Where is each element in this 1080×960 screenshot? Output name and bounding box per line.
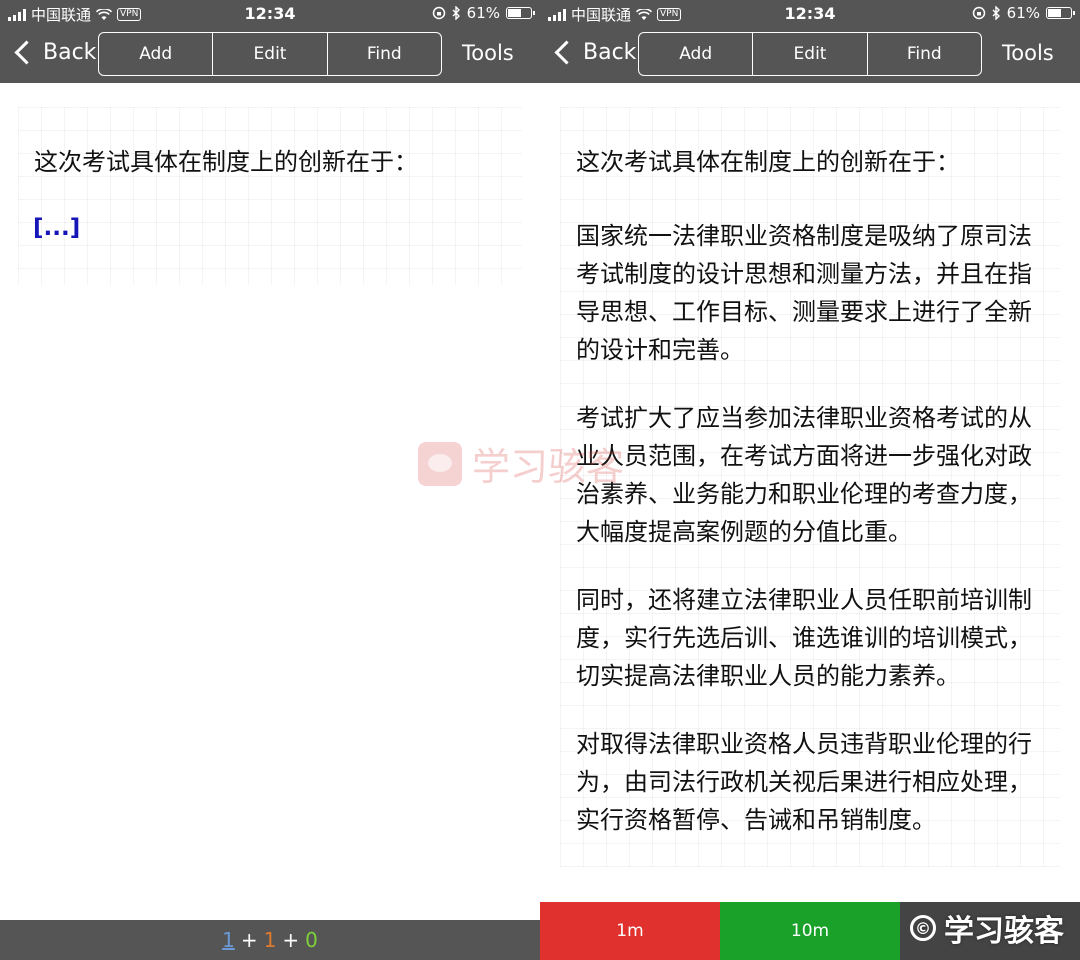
back-button[interactable]: Back <box>554 40 636 65</box>
orientation-lock-icon <box>432 6 445 20</box>
bluetooth-icon <box>452 6 460 20</box>
answer-paragraph: 考试扩大了应当参加法律职业资格考试的从业人员范围，在考试方面将进一步强化对政治素… <box>576 404 1032 546</box>
answer-paragraph: 同时，还将建立法律职业人员任职前培训制度，实行先选后训、谁选谁训的培训模式，切实… <box>576 586 1032 690</box>
bluetooth-icon <box>992 6 1000 20</box>
action-segmented-control: Add Edit Find <box>98 32 442 76</box>
add-button[interactable]: Add <box>639 33 754 75</box>
nav-bar: Back Add Edit Find Tools <box>0 28 540 83</box>
card-question: 这次考试具体在制度上的创新在于： <box>34 148 418 176</box>
due-counts-bar: 1 + 1 + 0 <box>0 920 540 960</box>
find-button[interactable]: Find <box>328 33 441 75</box>
status-bar: 中国联通 VPN 12:34 61% <box>0 0 540 28</box>
back-button[interactable]: Back <box>14 40 96 65</box>
status-bar: 中国联通 VPN 12:34 61% <box>540 0 1080 28</box>
edit-button[interactable]: Edit <box>753 33 868 75</box>
card-question: 这次考试具体在制度上的创新在于： <box>576 148 960 176</box>
action-segmented-control: Add Edit Find <box>638 32 982 76</box>
chevron-left-icon <box>554 40 579 65</box>
find-button[interactable]: Find <box>868 33 981 75</box>
add-button[interactable]: Add <box>99 33 214 75</box>
tools-button[interactable]: Tools <box>1002 41 1054 65</box>
cloze-placeholder: [...] <box>33 215 81 241</box>
card-paper: 这次考试具体在制度上的创新在于： 国家统一法律职业资格制度是吸纳了原司法考试制度… <box>560 107 1060 867</box>
card-content[interactable]: 这次考试具体在制度上的创新在于： 国家统一法律职业资格制度是吸纳了原司法考试制度… <box>540 83 1080 920</box>
new-count: 1 <box>222 928 235 952</box>
watermark-corner: © 学习骇客 <box>910 906 1064 950</box>
battery-percent: 61% <box>1006 4 1040 22</box>
phone-screen-back: 中国联通 VPN 12:34 61% Back Add Edit Find To… <box>540 0 1080 960</box>
card-paper: 这次考试具体在制度上的创新在于： [...] <box>18 107 522 285</box>
battery-percent: 61% <box>466 4 500 22</box>
back-label: Back <box>583 40 637 65</box>
answer-paragraph: 对取得法律职业资格人员违背职业伦理的行为，由司法行政机关视后果进行相应处理，实行… <box>576 730 1032 834</box>
review-count: 0 <box>305 928 318 952</box>
learning-count: 1 <box>263 928 277 952</box>
nav-bar: Back Add Edit Find Tools <box>540 28 1080 83</box>
again-button[interactable]: 1m <box>540 902 720 960</box>
battery-icon <box>1046 7 1075 19</box>
chevron-left-icon <box>14 40 39 65</box>
battery-icon <box>506 7 535 19</box>
good-button[interactable]: 10m <box>720 902 900 960</box>
back-label: Back <box>43 40 97 65</box>
tools-button[interactable]: Tools <box>462 41 514 65</box>
card-content[interactable]: 这次考试具体在制度上的创新在于： [...] <box>0 83 540 920</box>
answer-paragraph: 国家统一法律职业资格制度是吸纳了原司法考试制度的设计思想和测量方法，并且在指导思… <box>576 222 1032 364</box>
watermark-corner-text: 学习骇客 <box>944 914 1064 949</box>
phone-screen-front: 中国联通 VPN 12:34 61% Back Add Edit Find To… <box>0 0 540 960</box>
orientation-lock-icon <box>972 6 985 20</box>
edit-button[interactable]: Edit <box>213 33 328 75</box>
copyright-icon: © <box>910 915 936 941</box>
